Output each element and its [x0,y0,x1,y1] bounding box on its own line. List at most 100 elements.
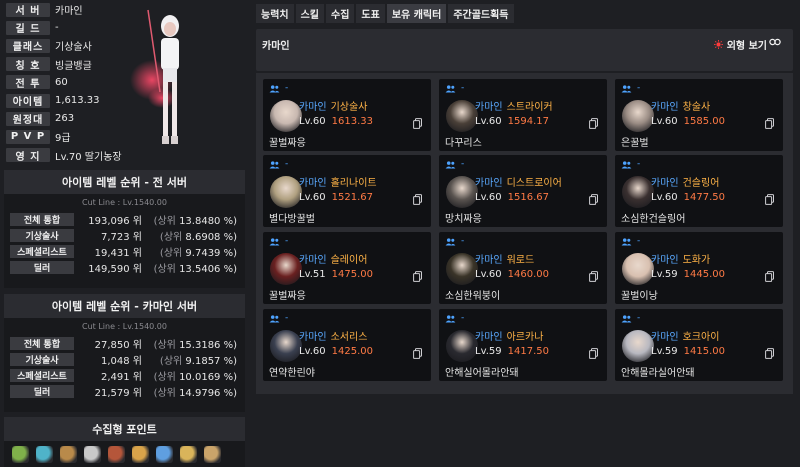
character-nickname: 꿀벌이낭 [621,291,658,302]
character-card[interactable]: - 카마인 소서리스 Lv.60 1425.00 연약한린야 [263,309,431,381]
people-icon [445,85,456,93]
profile-row-value: 1,613.33 [55,95,100,106]
copy-icon[interactable] [765,194,774,205]
character-card[interactable]: - 카마인 기상술사 Lv.60 1613.33 꿀벌짜응 [263,79,431,151]
character-class: 아르카나 [506,332,544,343]
copy-icon[interactable] [589,348,598,359]
copy-icon[interactable] [589,194,598,205]
copy-icon[interactable] [589,118,598,129]
character-level: Lv.60 [299,192,326,203]
rank-row-label: 전체 통합 [10,336,74,350]
profile-row-value: - [55,22,59,34]
profile-row: 영 지 Lv.70 딸기농장 [6,148,122,163]
profile-row: 원정대 263 [6,111,74,126]
character-card[interactable]: - 카마인 슬레이어 Lv.51 1475.00 꿀벌짜응 [263,232,431,304]
profile-row-label: 칭 호 [6,57,50,72]
appearance-label: 외형 보기 [726,41,767,52]
character-card[interactable]: - 카마인 홀리나이트 Lv.60 1521.67 별다방꿀벌 [263,155,431,227]
sea-bounty-icon[interactable] [132,446,149,463]
character-item-level: 1415.00 [683,346,725,357]
giants-heart-icon[interactable] [84,446,101,463]
world-tree-leaf-icon[interactable] [156,446,173,463]
copy-icon[interactable] [765,271,774,282]
character-card[interactable]: - 카마인 디스트로이어 Lv.60 1516.67 망치짜응 [439,155,607,227]
character-card[interactable]: - 카마인 건슬링어 Lv.60 1477.50 소심한건슬링어 [615,155,783,227]
character-guild-tag: - [285,313,289,323]
ignea-token-icon[interactable] [108,446,125,463]
character-level-line: Lv.60 1477.50 [651,192,725,203]
profile-row: 칭 호 빙글뱅글 [6,57,92,72]
character-server: 카마인 [651,332,679,343]
character-item-level: 1425.00 [331,346,373,357]
character-level-line: Lv.60 1425.00 [299,346,373,357]
copy-icon[interactable] [413,271,422,282]
character-card[interactable]: - 카마인 아르카나 Lv.59 1417.50 안해실어몰라안돼 [439,309,607,381]
tab-2[interactable]: 수집 [326,4,355,23]
character-class: 디스트로이어 [506,178,562,189]
character-card[interactable]: - 카마인 창술사 Lv.60 1585.00 은꿀벌 [615,79,783,151]
tab-bar: 능력치 스킬 수집 도표 보유 캐릭터 주간골드획득 [256,4,514,24]
character-nickname: 안해실어몰라안돼 [445,368,519,379]
character-class: 기상술사 [330,102,368,113]
character-title: 카마인 도화가 [651,251,710,266]
character-server: 카마인 [651,102,679,113]
character-portrait [270,330,302,362]
island-heart-icon[interactable] [36,446,53,463]
character-portrait [446,176,478,208]
link-toggle-icon[interactable] [769,38,781,46]
profile-row: 아이템 1,613.33 [6,93,100,108]
character-title: 카마인 아르카나 [475,328,543,343]
copy-icon[interactable] [413,118,422,129]
art-icon[interactable] [60,446,77,463]
profile-row-label: 클래스 [6,38,50,53]
profile-row: 전 투 60 [6,75,68,90]
profile-row-label: P V P [6,129,50,144]
profile-row-value: Lv.70 딸기농장 [55,151,122,163]
character-portrait [270,100,302,132]
copy-icon[interactable] [413,348,422,359]
rank-row-percent-prefix: (상위 [159,355,183,367]
character-card[interactable]: - 카마인 스트라이커 Lv.60 1594.17 다꾸리스 [439,79,607,151]
tab-1[interactable]: 스킬 [295,4,325,23]
copy-icon[interactable] [413,194,422,205]
character-title: 카마인 스트라이커 [475,98,553,113]
mokoko-seed-icon[interactable] [12,446,29,463]
character-server: 카마인 [475,332,503,343]
character-item-level: 1613.33 [331,116,373,127]
character-portrait [622,330,654,362]
copy-icon[interactable] [765,348,774,359]
rank-all-title: 아이템 레벨 순위 - 전 서버 [4,170,245,194]
character-card[interactable]: - 카마인 도화가 Lv.59 1445.00 꿀벌이낭 [615,232,783,304]
people-icon [269,315,280,323]
rank-row-label: 스페셜리스트 [10,368,74,382]
rank-row-percent-prefix: (상위 [159,231,183,243]
collect-points-box: 수집형 포인트 [4,417,245,467]
people-icon [621,315,632,323]
character-guild-tag: - [285,159,289,169]
character-server: 카마인 [299,332,327,343]
tab-3[interactable]: 도표 [356,4,385,23]
appearance-toggle-label[interactable]: 외형 보기 [713,37,767,52]
character-title: 카마인 소서리스 [299,328,367,343]
character-card[interactable]: - 카마인 워로드 Lv.60 1460.00 소심한워붕이 [439,232,607,304]
character-server: 카마인 [299,178,327,189]
tab-5[interactable]: 주간골드획득 [448,4,514,23]
copy-icon[interactable] [589,271,598,282]
profile-row-label: 영 지 [6,148,50,163]
character-item-level: 1417.50 [507,346,549,357]
character-class: 소서리스 [330,332,368,343]
character-guild-tag: - [285,236,289,246]
orpheus-star-icon[interactable] [180,446,197,463]
people-icon [621,238,632,246]
rank-row-percent: (상위 8.6908 %) [160,228,237,243]
copy-icon[interactable] [765,118,774,129]
character-guild-tag: - [637,313,641,323]
rank-server-box: 아이템 레벨 순위 - 카마인 서버 Cut Line : Lv.1540.00… [4,294,245,412]
orgel-icon[interactable] [204,446,221,463]
tab-0[interactable]: 능력치 [256,4,294,23]
rank-row-percent: (상위 13.5406 %) [154,260,237,275]
character-portrait [446,100,478,132]
character-card[interactable]: - 카마인 호크아이 Lv.59 1415.00 안해몰라실어안돼 [615,309,783,381]
tab-4[interactable]: 보유 캐릭터 [386,4,447,23]
rank-row-position: 21,579 위 [94,387,142,399]
